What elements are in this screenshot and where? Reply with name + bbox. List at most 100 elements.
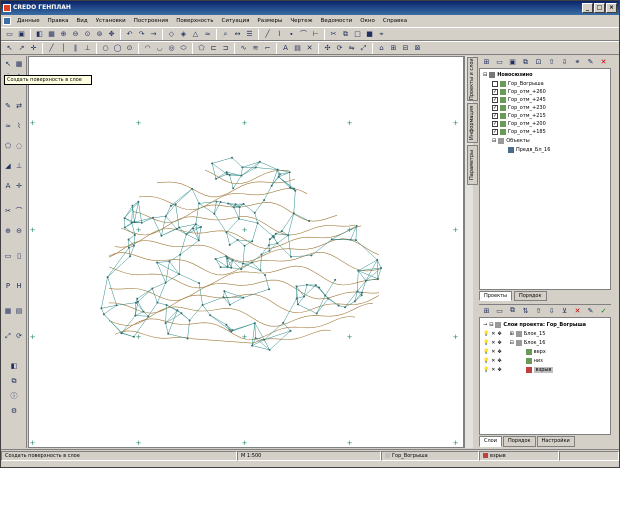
select-add-icon[interactable]: ↗ bbox=[16, 43, 27, 54]
triangle-icon[interactable]: △ bbox=[190, 29, 201, 40]
tool-group-icon[interactable]: ⧉ bbox=[9, 376, 19, 386]
block-icon[interactable]: ⊟ bbox=[400, 43, 411, 54]
zoom-window-icon[interactable]: ⊙ bbox=[82, 29, 93, 40]
node-icon[interactable]: ◇ bbox=[166, 29, 177, 40]
checkbox[interactable]: ✓ bbox=[492, 89, 498, 95]
square-icon[interactable]: ■ bbox=[364, 29, 375, 40]
move-down-icon[interactable]: ⇩ bbox=[559, 57, 570, 68]
layer-apply-icon[interactable]: ✓ bbox=[598, 305, 609, 316]
tree-item[interactable]: ✓ Гор_отм_+215 bbox=[492, 113, 546, 119]
perpendicular-icon[interactable]: ⊥ bbox=[82, 43, 93, 54]
rotate-icon[interactable]: ⟳ bbox=[334, 43, 345, 54]
tab-projects-layers[interactable]: Проекты и слои bbox=[467, 57, 478, 101]
menu-window[interactable]: Окно bbox=[356, 18, 379, 24]
menu-help[interactable]: Справка bbox=[379, 18, 411, 24]
tree-item[interactable]: ✓ Гор_отм_+185 bbox=[492, 129, 546, 135]
maximize-button[interactable]: □ bbox=[594, 3, 605, 13]
tab-layer-settings[interactable]: Настройки bbox=[536, 436, 575, 447]
expand-icon[interactable]: ⊟ bbox=[489, 322, 493, 328]
fillet-icon[interactable]: ⌐ bbox=[262, 43, 273, 54]
tool-layer-icon[interactable]: ◧ bbox=[9, 361, 19, 371]
tool-scale-icon[interactable]: ⤢ bbox=[3, 331, 13, 341]
tool-flip-icon[interactable]: ⇄ bbox=[14, 101, 24, 111]
layer-delete-icon[interactable]: ✕ bbox=[572, 305, 583, 316]
checkbox[interactable] bbox=[492, 81, 498, 87]
layer-copy-icon[interactable]: ⧉ bbox=[507, 305, 518, 316]
zoom-out-icon[interactable]: ⊖ bbox=[70, 29, 81, 40]
tab-layers[interactable]: Слои bbox=[479, 436, 502, 447]
bulb-icon[interactable]: 💡 bbox=[483, 331, 489, 337]
expand-icon[interactable]: ⊟ bbox=[510, 340, 514, 346]
layer-move-icon[interactable]: ⇅ bbox=[520, 305, 531, 316]
bulb-icon[interactable]: 💡 bbox=[483, 349, 489, 355]
link-icon[interactable]: ⚭ bbox=[572, 57, 583, 68]
arrow-icon[interactable]: → bbox=[148, 29, 159, 40]
tab-projects[interactable]: Проекты bbox=[479, 291, 512, 301]
save-project-icon[interactable]: ▣ bbox=[507, 57, 518, 68]
select-icon[interactable]: ↖ bbox=[4, 43, 15, 54]
layer-props-icon[interactable]: ▭ bbox=[494, 305, 505, 316]
tool-create-surface-icon[interactable]: ▦ bbox=[14, 59, 24, 69]
layer-up-icon[interactable]: ⇧ bbox=[533, 305, 544, 316]
tool-split-icon[interactable]: ⊖ bbox=[14, 226, 24, 236]
tool-merge-icon[interactable]: ⊕ bbox=[3, 226, 13, 236]
delete-icon[interactable]: ✕ bbox=[304, 43, 315, 54]
tree-item[interactable]: ✓ Гор_отм_+230 bbox=[492, 105, 546, 111]
mirror-icon[interactable]: ⇋ bbox=[346, 43, 357, 54]
checkbox[interactable]: ✓ bbox=[492, 121, 498, 127]
ellipse-icon[interactable]: ⬭ bbox=[178, 43, 189, 54]
trim-icon[interactable]: ⊏ bbox=[208, 43, 219, 54]
expand-icon[interactable]: ⊟ bbox=[483, 72, 487, 78]
pan-icon[interactable]: ✥ bbox=[106, 29, 117, 40]
tree-item[interactable]: ✓ Гор_отм_+200 bbox=[492, 121, 546, 127]
menu-drawing[interactable]: Чертеж bbox=[286, 18, 316, 24]
arc-2-icon[interactable]: ◡ bbox=[154, 43, 165, 54]
contour-icon[interactable]: ≈ bbox=[202, 29, 213, 40]
layer-row[interactable]: 💡 ✕ ✥ низ bbox=[483, 358, 543, 364]
spline-icon[interactable]: ∿ bbox=[238, 43, 249, 54]
zoom-in-icon[interactable]: ⊕ bbox=[58, 29, 69, 40]
move-icon[interactable]: ✣ bbox=[322, 43, 333, 54]
menu-statements[interactable]: Ведомости bbox=[317, 18, 357, 24]
layers-icon[interactable]: ◧ bbox=[34, 29, 45, 40]
tool-label-icon[interactable]: A bbox=[3, 181, 13, 191]
tool-break-line-icon[interactable]: ⌇ bbox=[14, 121, 24, 131]
tool-mark-icon[interactable]: ✛ bbox=[14, 181, 24, 191]
hatch-icon[interactable]: ▤ bbox=[292, 43, 303, 54]
parallel-icon[interactable]: ∥ bbox=[70, 43, 81, 54]
point-create-icon[interactable]: ✛ bbox=[28, 43, 39, 54]
circle-3p-icon[interactable]: ⊙ bbox=[124, 43, 135, 54]
tab-parameters[interactable]: Параметры bbox=[467, 145, 478, 185]
bulb-icon[interactable]: 💡 bbox=[483, 358, 489, 364]
close-button[interactable]: × bbox=[606, 3, 617, 13]
layer-down-icon[interactable]: ⇩ bbox=[546, 305, 557, 316]
hide-icon[interactable]: ✕ bbox=[491, 340, 495, 346]
menu-constructions[interactable]: Построения bbox=[130, 18, 172, 24]
tool-hole-icon[interactable]: ◌ bbox=[14, 141, 24, 151]
move-icon[interactable]: ✥ bbox=[497, 349, 501, 355]
move-icon[interactable]: ✥ bbox=[497, 340, 501, 346]
minimize-button[interactable]: _ bbox=[582, 3, 593, 13]
expand-icon[interactable]: ⊟ bbox=[492, 138, 496, 144]
copy-project-icon[interactable]: ⧉ bbox=[520, 57, 531, 68]
circle-2p-icon[interactable]: ◯ bbox=[112, 43, 123, 54]
tree-root[interactable]: ⊟ Новосюзино bbox=[483, 72, 533, 78]
tool-hatch-icon[interactable]: ▤ bbox=[14, 306, 24, 316]
snap-icon[interactable]: ⌖ bbox=[376, 29, 387, 40]
checkbox[interactable]: ✓ bbox=[492, 113, 498, 119]
arc-icon[interactable]: ⌒ bbox=[298, 29, 309, 40]
bulb-icon[interactable]: 💡 bbox=[483, 340, 489, 346]
house-icon[interactable]: ⌂ bbox=[376, 43, 387, 54]
tool-settings-icon[interactable]: ⚙ bbox=[9, 406, 19, 416]
delete-project-icon[interactable]: ✕ bbox=[598, 57, 609, 68]
checkbox[interactable]: ✓ bbox=[492, 105, 498, 111]
open-icon[interactable]: ▭ bbox=[4, 29, 15, 40]
menu-edit[interactable]: Правка bbox=[44, 18, 73, 24]
drawing-canvas[interactable]: + + + + + + + + + + + + + + + + + + + + bbox=[28, 56, 464, 448]
move-icon[interactable]: ✥ bbox=[497, 358, 501, 364]
rectangle-icon[interactable]: □ bbox=[352, 29, 363, 40]
tool-info-icon[interactable]: ⓘ bbox=[9, 391, 19, 401]
ring-icon[interactable]: ◎ bbox=[166, 43, 177, 54]
open-project-icon[interactable]: ▭ bbox=[494, 57, 505, 68]
checkbox[interactable]: ✓ bbox=[492, 129, 498, 135]
